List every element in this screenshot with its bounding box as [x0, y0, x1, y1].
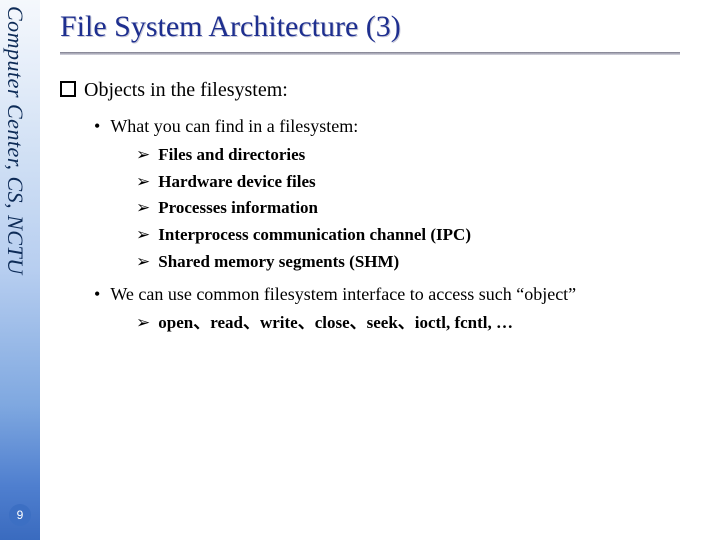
title-underline: [60, 52, 680, 55]
sidebar: Computer Center, CS, NCTU 9: [0, 0, 40, 540]
dot-bullet-icon: [94, 284, 110, 304]
lvl3a5-text: Shared memory segments (SHM): [158, 252, 399, 271]
bullet-lvl3: Interprocess communication channel (IPC): [136, 223, 710, 248]
dot-bullet-icon: [94, 116, 110, 136]
slide-title: File System Architecture (3): [60, 10, 710, 44]
page-number: 9: [9, 504, 31, 526]
content-area: File System Architecture (3) Objects in …: [60, 0, 710, 540]
arrow-bullet-icon: [136, 252, 158, 271]
sidebar-org-text: Computer Center, CS, NCTU: [2, 6, 28, 275]
arrow-bullet-icon: [136, 198, 158, 217]
lvl3a2-text: Hardware device files: [158, 172, 315, 191]
bullet-lvl3: open、read、write、close、seek、ioctl, fcntl,…: [136, 311, 710, 336]
arrow-bullet-icon: [136, 145, 158, 164]
body: Objects in the filesystem: What you can …: [60, 79, 710, 336]
arrow-bullet-icon: [136, 313, 158, 332]
bullet-lvl3: Shared memory segments (SHM): [136, 250, 710, 275]
lvl1-text: Objects in the filesystem:: [84, 79, 288, 101]
lvl3a3-text: Processes information: [158, 198, 318, 217]
lvl2a-text: What you can find in a filesystem:: [110, 116, 358, 136]
slide: Computer Center, CS, NCTU 9 File System …: [0, 0, 720, 540]
arrow-bullet-icon: [136, 172, 158, 191]
lvl3b1-text: open、read、write、close、seek、ioctl, fcntl,…: [158, 313, 513, 332]
lvl2b-text: We can use common filesystem interface t…: [110, 284, 576, 304]
bullet-lvl3: Processes information: [136, 196, 710, 221]
square-bullet-icon: [60, 81, 76, 97]
bullet-lvl3: Files and directories: [136, 143, 710, 168]
bullet-lvl1: Objects in the filesystem:: [60, 79, 710, 102]
bullet-lvl2: What you can find in a filesystem:: [94, 116, 710, 137]
bullet-lvl2: We can use common filesystem interface t…: [94, 284, 710, 305]
lvl3a1-text: Files and directories: [158, 145, 305, 164]
lvl3a4-text: Interprocess communication channel (IPC): [158, 225, 471, 244]
arrow-bullet-icon: [136, 225, 158, 244]
bullet-lvl3: Hardware device files: [136, 170, 710, 195]
